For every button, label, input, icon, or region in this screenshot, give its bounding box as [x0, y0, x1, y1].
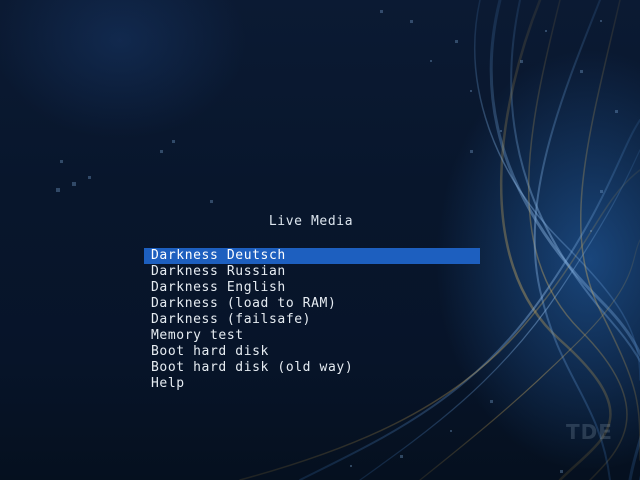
menu-item-help[interactable]: Help — [144, 376, 480, 392]
menu-item-darkness-load-to-ram[interactable]: Darkness (load to RAM) — [144, 296, 480, 312]
wallpaper-swirl — [56, 0, 640, 480]
menu-item-boot-hard-disk-old-way[interactable]: Boot hard disk (old way) — [144, 360, 480, 376]
menu-item-memory-test[interactable]: Memory test — [144, 328, 480, 344]
tde-logo: TDE — [566, 420, 613, 444]
menu-item-darkness-failsafe[interactable]: Darkness (failsafe) — [144, 312, 480, 328]
menu-item-boot-hard-disk[interactable]: Boot hard disk — [144, 344, 480, 360]
menu-title: Live Media — [268, 214, 354, 229]
menu-item-darkness-english[interactable]: Darkness English — [144, 280, 480, 296]
menu-item-darkness-deutsch[interactable]: Darkness Deutsch — [144, 248, 480, 264]
boot-screen: Live Media Darkness Deutsch Darkness Rus… — [0, 0, 640, 480]
boot-menu: Darkness Deutsch Darkness Russian Darkne… — [144, 248, 480, 392]
menu-item-darkness-russian[interactable]: Darkness Russian — [144, 264, 480, 280]
